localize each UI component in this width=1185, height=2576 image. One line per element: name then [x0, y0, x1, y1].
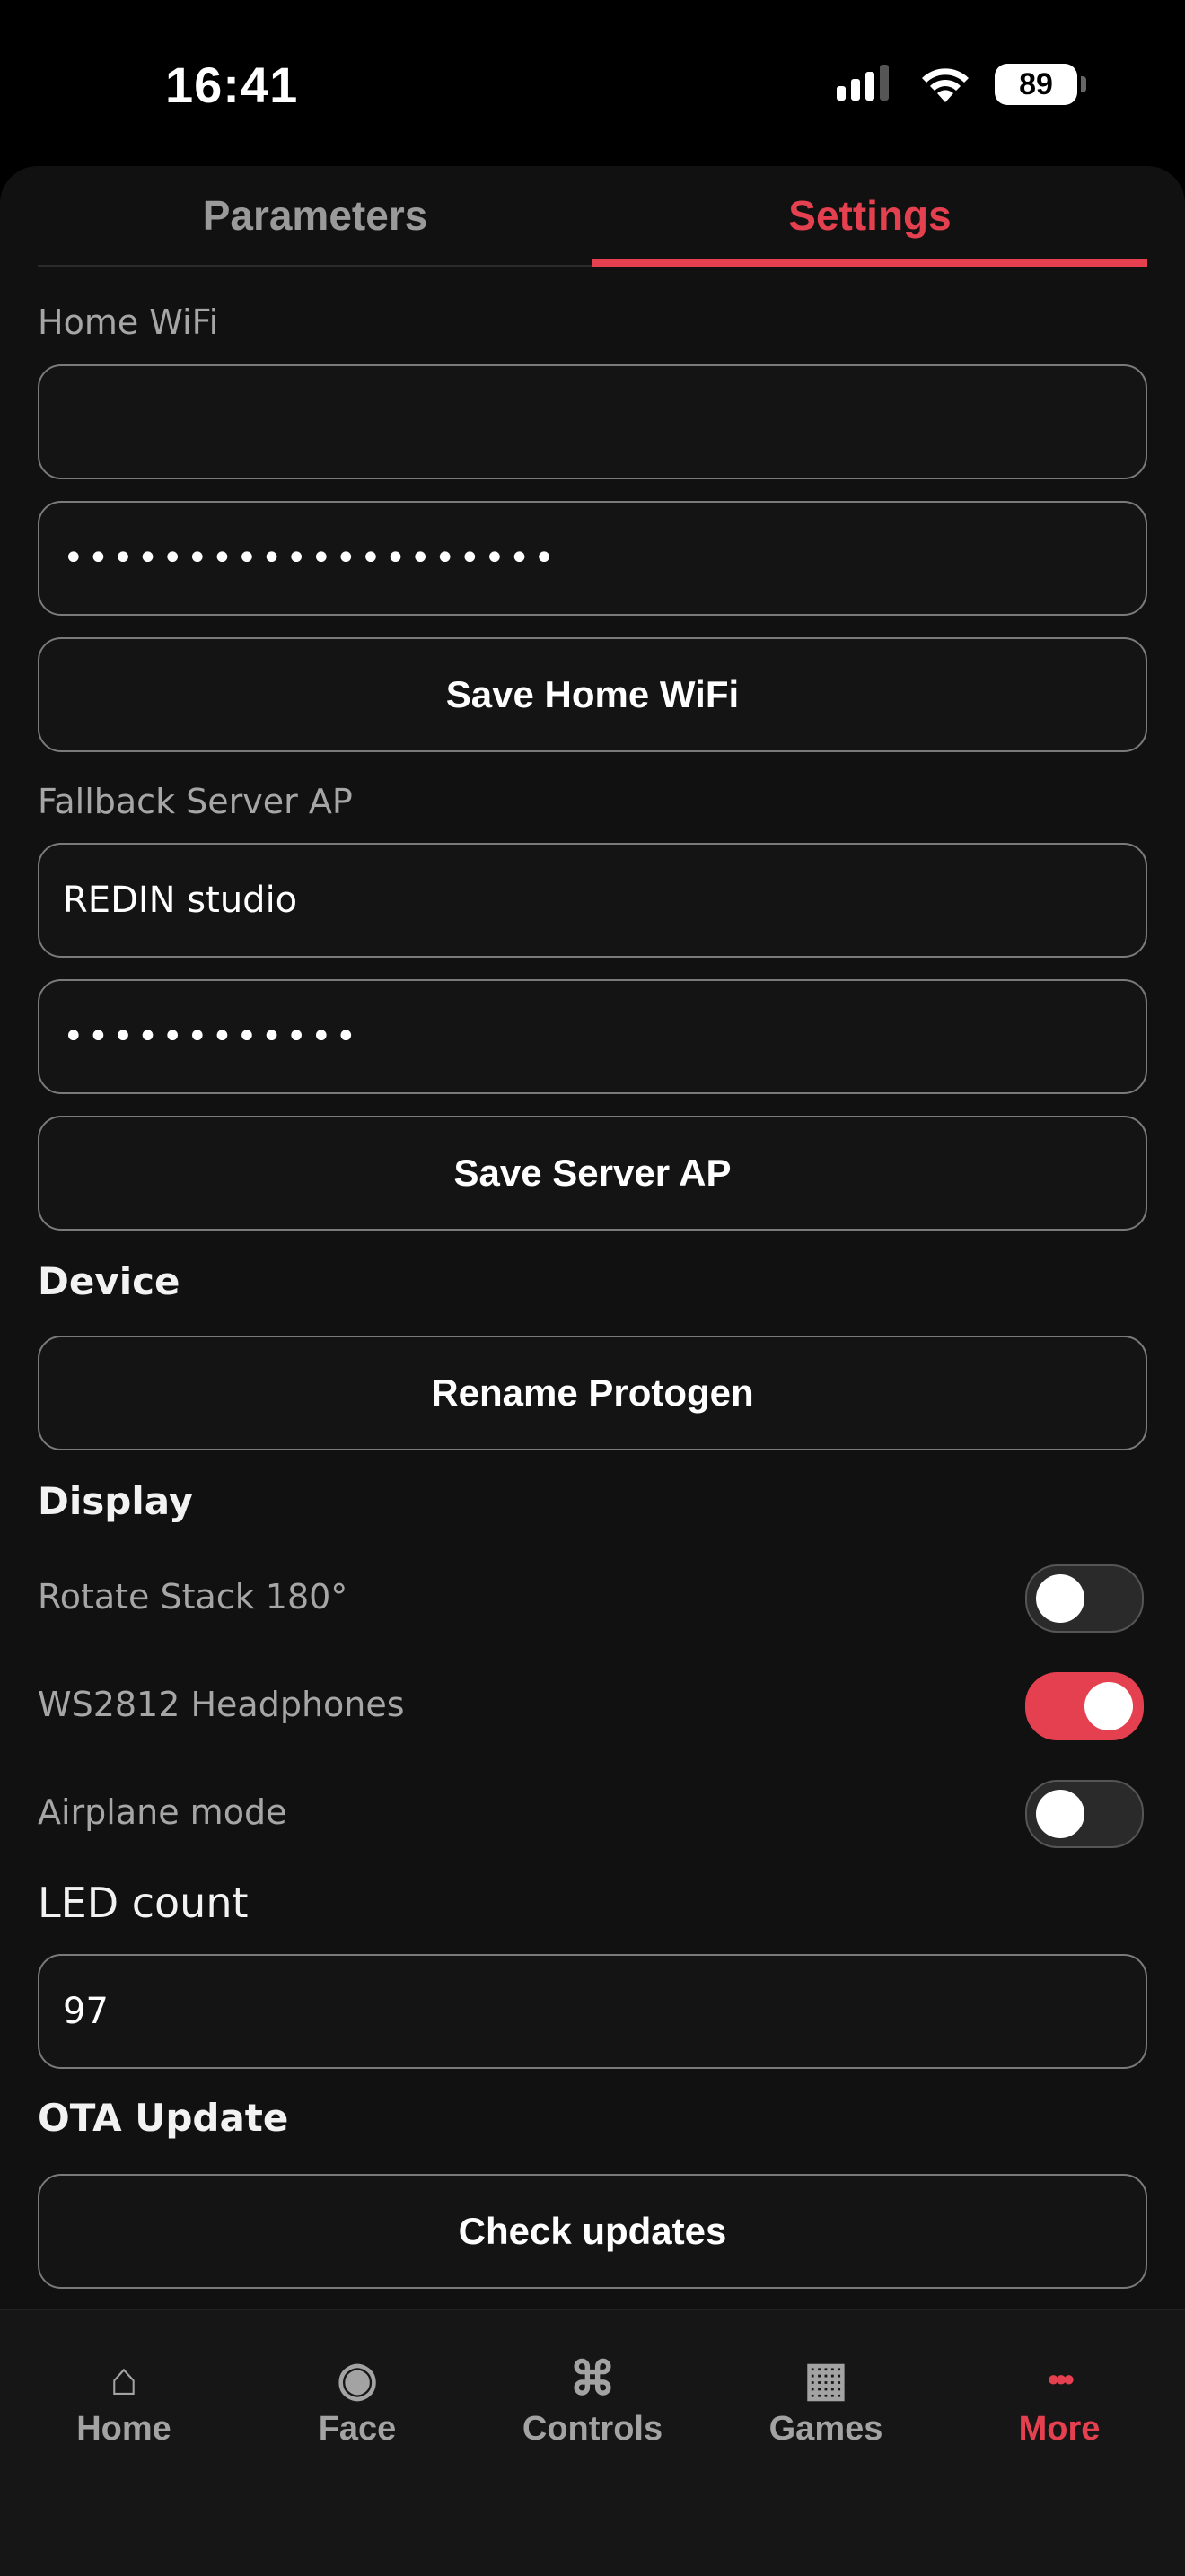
ws2812-headphones-row: WS2812 Headphones: [38, 1672, 1144, 1744]
nav-home-label: Home: [76, 2409, 171, 2448]
display-heading: Display: [38, 1479, 194, 1523]
check-updates-button[interactable]: Check updates: [38, 2174, 1147, 2289]
tab-bar: Parameters Settings: [38, 166, 1147, 267]
ota-heading: OTA Update: [38, 2096, 289, 2140]
cellular-signal-icon: [837, 65, 896, 104]
nav-face[interactable]: ◉ Face: [241, 2310, 474, 2490]
rotate-stack-toggle[interactable]: [1025, 1564, 1144, 1633]
command-icon: ⌘: [569, 2353, 616, 2405]
rotate-stack-row: Rotate Stack 180°: [38, 1564, 1144, 1636]
airplane-mode-row: Airplane mode: [38, 1780, 1144, 1852]
device-heading: Device: [38, 1259, 180, 1303]
status-time: 16:41: [165, 57, 299, 113]
server-ap-label: Fallback Server AP: [38, 782, 353, 821]
rotate-stack-label: Rotate Stack 180°: [38, 1577, 348, 1617]
nav-home[interactable]: ⌂ Home: [7, 2310, 241, 2490]
more-icon: •••: [1048, 2360, 1075, 2397]
battery-icon: 89: [995, 64, 1086, 105]
face-icon: ◉: [337, 2353, 378, 2405]
status-icons: 89: [837, 63, 1086, 106]
airplane-mode-label: Airplane mode: [38, 1792, 287, 1832]
tab-settings[interactable]: Settings: [592, 166, 1147, 267]
nav-games[interactable]: ▦ Games: [709, 2310, 943, 2490]
ws2812-headphones-toggle[interactable]: [1025, 1672, 1144, 1740]
tab-parameters[interactable]: Parameters: [38, 166, 592, 265]
save-server-ap-button[interactable]: Save Server AP: [38, 1116, 1147, 1231]
nav-face-label: Face: [318, 2409, 397, 2448]
nav-more[interactable]: ••• More: [943, 2310, 1176, 2490]
ws2812-headphones-label: WS2812 Headphones: [38, 1685, 405, 1724]
settings-sheet: Parameters Settings Home WiFi ••••••••••…: [0, 166, 1185, 2574]
rename-protogen-button[interactable]: Rename Protogen: [38, 1336, 1147, 1450]
grid-icon: ▦: [803, 2353, 848, 2405]
nav-controls-label: Controls: [522, 2409, 663, 2448]
wifi-icon: [919, 63, 971, 106]
server-ap-password-input[interactable]: ••••••••••••: [38, 979, 1147, 1094]
save-home-wifi-button[interactable]: Save Home WiFi: [38, 637, 1147, 752]
home-wifi-ssid-input[interactable]: [38, 364, 1147, 479]
server-ap-ssid-input[interactable]: REDIN studio: [38, 843, 1147, 958]
nav-games-label: Games: [768, 2409, 883, 2448]
home-icon: ⌂: [110, 2353, 138, 2405]
nav-controls[interactable]: ⌘ Controls: [476, 2310, 709, 2490]
airplane-mode-toggle[interactable]: [1025, 1780, 1144, 1848]
nav-more-label: More: [1018, 2409, 1101, 2448]
status-bar: 16:41 89: [0, 0, 1185, 166]
led-count-heading: LED count: [38, 1879, 249, 1927]
bottom-nav: ⌂ Home ◉ Face ⌘ Controls ▦ Games ••• Mor…: [0, 2309, 1185, 2576]
home-wifi-password-input[interactable]: ••••••••••••••••••••: [38, 501, 1147, 616]
battery-level: 89: [1019, 66, 1053, 101]
home-wifi-label: Home WiFi: [38, 302, 219, 342]
led-count-input[interactable]: 97: [38, 1954, 1147, 2069]
